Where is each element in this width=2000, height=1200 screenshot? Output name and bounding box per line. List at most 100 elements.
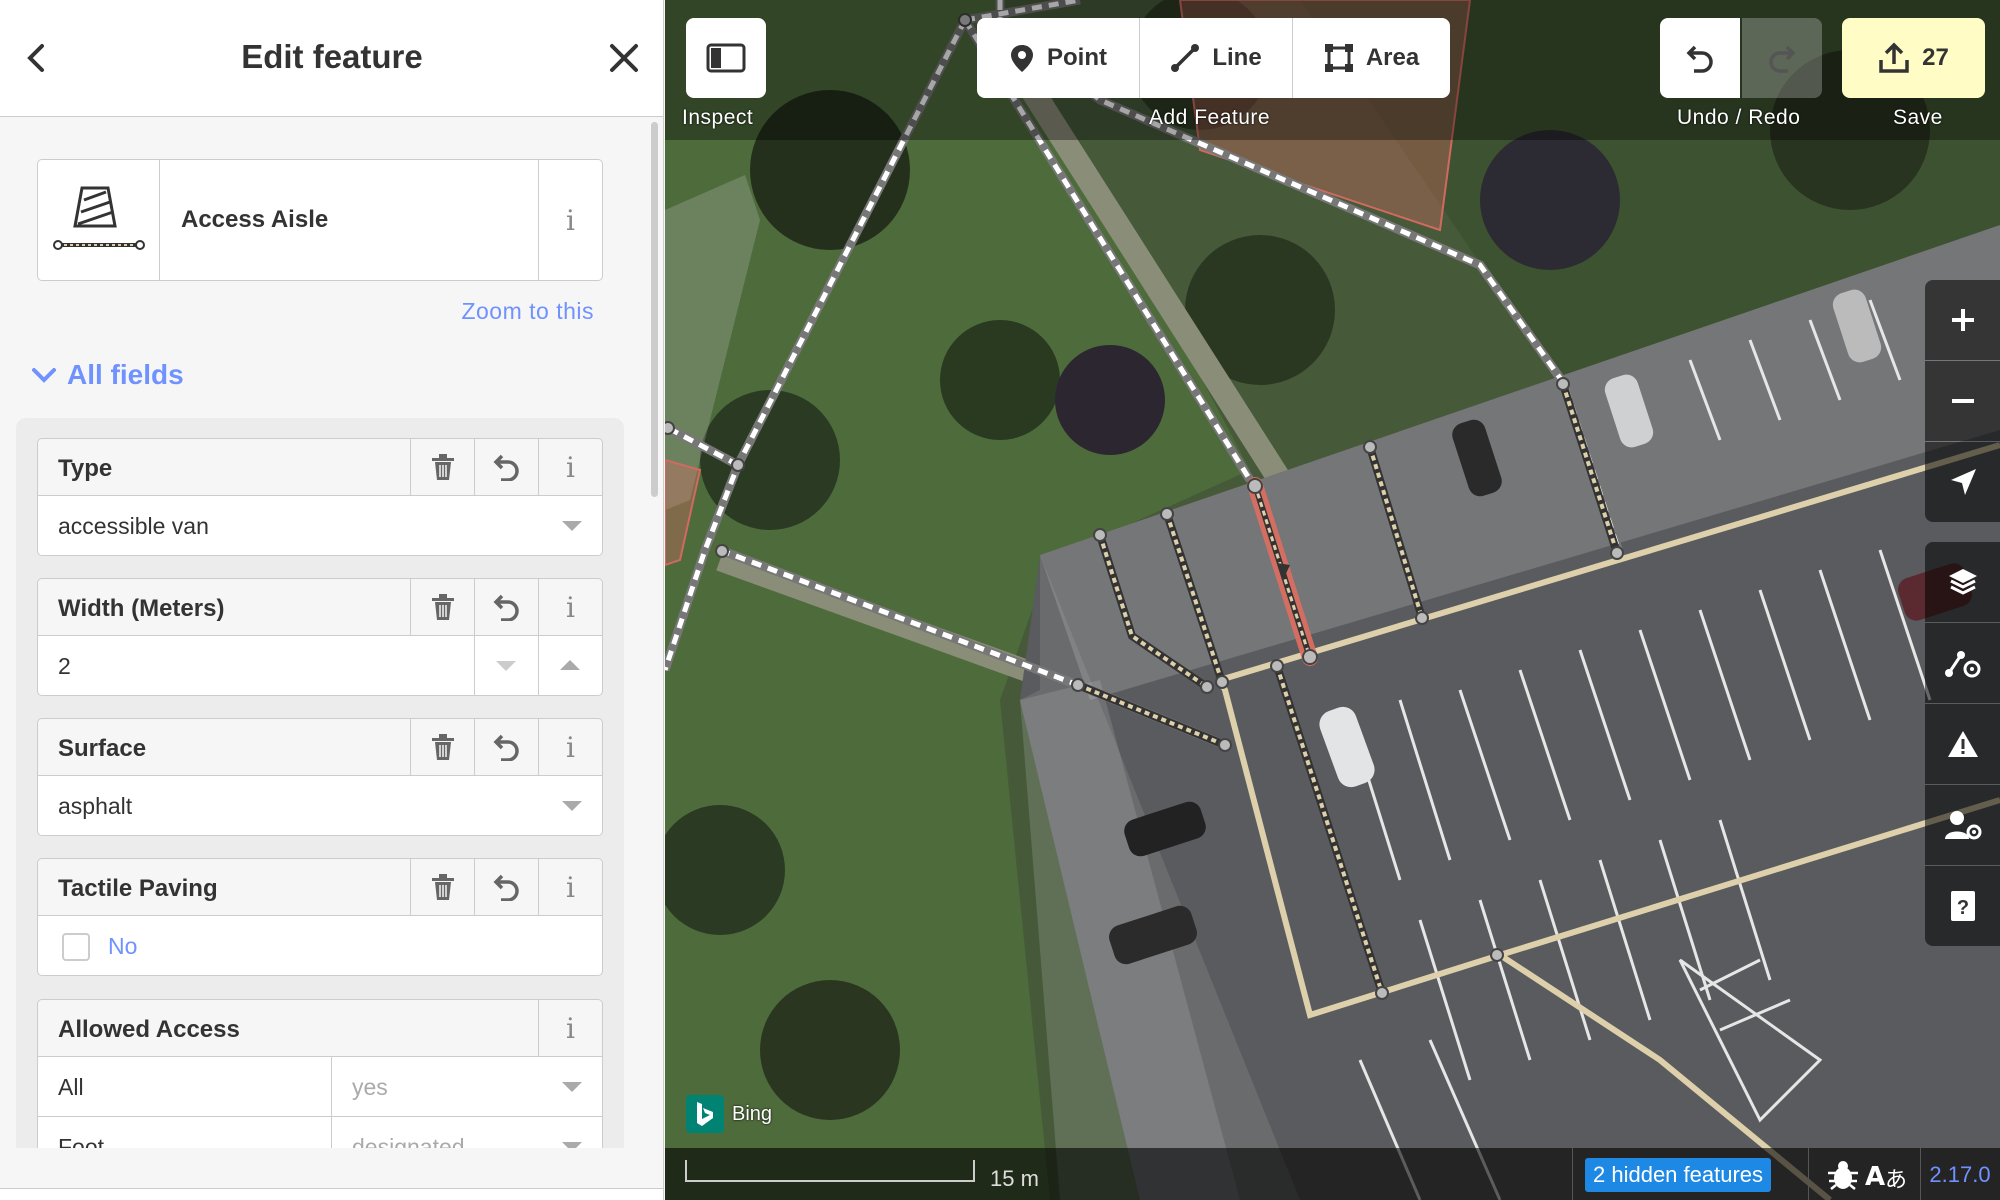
revert-button[interactable]: [474, 439, 538, 495]
field-tactile-paving: Tactile Paving i No: [37, 858, 603, 976]
add-area-button[interactable]: Area: [1293, 18, 1450, 98]
field-label: Surface i: [37, 718, 603, 776]
map-data-pane-button[interactable]: [1925, 623, 2000, 703]
access-foot-placeholder: designated: [352, 1134, 465, 1148]
caret-down-icon: [562, 1082, 582, 1092]
preset-info-button[interactable]: i: [538, 160, 602, 280]
warning-icon: [1947, 731, 1978, 757]
bing-logo-icon: [686, 1095, 724, 1133]
tactile-check-row[interactable]: No: [37, 916, 603, 976]
zoom-to-this-link[interactable]: Zoom to this: [461, 298, 594, 325]
tactile-checkbox[interactable]: [62, 933, 90, 961]
undo-redo-label: Undo / Redo: [1677, 106, 1801, 129]
plus-icon: [1951, 309, 1974, 331]
undo-icon: [493, 454, 519, 481]
hidden-features-badge[interactable]: 2 hidden features: [1585, 1158, 1772, 1192]
line-icon: [1171, 44, 1200, 72]
scale-text: 15 m: [990, 1166, 1039, 1191]
width-value: 2: [58, 653, 71, 679]
caret-up-icon: [560, 660, 580, 670]
attribution-text: Bing: [732, 1102, 773, 1125]
zoom-in-button[interactable]: [1925, 280, 2000, 360]
remove-button[interactable]: [410, 859, 474, 915]
location-arrow-icon: [1950, 469, 1976, 495]
sidebar-footer: [0, 1188, 663, 1200]
sidebar-toggle-icon: [706, 43, 746, 73]
field-info-button[interactable]: i: [538, 579, 602, 635]
geolocate-button[interactable]: [1925, 442, 2000, 522]
save-button[interactable]: 27: [1842, 18, 1985, 98]
issue-translation-tools[interactable]: Aあ: [1825, 1158, 1915, 1192]
sidebar-scroll-area[interactable]: Access Aisle i Zoom to this All fields T…: [0, 118, 645, 1148]
field-info-button[interactable]: i: [538, 859, 602, 915]
upload-icon: [1879, 42, 1909, 73]
zoom-out-button[interactable]: [1925, 361, 2000, 441]
redo-button[interactable]: [1742, 18, 1822, 98]
preset-list-item[interactable]: Access Aisle i: [37, 159, 603, 281]
info-icon: i: [566, 203, 575, 237]
map-footer: 15 m 2 hidden features Aあ 2.17.0: [665, 1148, 2000, 1200]
revert-button[interactable]: [474, 859, 538, 915]
svg-text:?: ?: [1956, 897, 1968, 919]
add-line-button[interactable]: Line: [1140, 18, 1293, 98]
inspect-label: Inspect: [682, 106, 754, 129]
surface-combo[interactable]: asphalt: [37, 776, 603, 836]
imagery-attribution[interactable]: Bing: [686, 1095, 772, 1133]
remove-button[interactable]: [410, 579, 474, 635]
access-aisle-icon: [38, 160, 160, 280]
field-info-button[interactable]: i: [538, 1000, 602, 1056]
undo-button[interactable]: [1660, 18, 1740, 98]
field-label: Width (Meters) i: [37, 578, 603, 636]
trash-icon: [431, 874, 454, 900]
point-icon: [1011, 45, 1033, 72]
caret-down-icon[interactable]: [562, 801, 582, 811]
field-label: Tactile Paving i: [37, 858, 603, 916]
field-surface-label: Surface: [58, 735, 147, 762]
user-settings-icon: [1944, 811, 1981, 840]
revert-button[interactable]: [474, 579, 538, 635]
issues-pane-button[interactable]: [1925, 704, 2000, 784]
svg-text:A: A: [1865, 1162, 1885, 1191]
tactile-value: No: [108, 933, 138, 959]
save-count: 27: [1922, 44, 1949, 71]
type-value: accessible van: [58, 513, 209, 539]
type-combo[interactable]: accessible van: [37, 496, 603, 556]
inspect-toggle-button[interactable]: [686, 18, 766, 98]
background-pane-button[interactable]: [1925, 542, 2000, 622]
access-row-all: All yes: [37, 1057, 603, 1117]
access-foot-combo[interactable]: designated: [331, 1117, 602, 1148]
svg-text:あ: あ: [1885, 1168, 1907, 1191]
increment-button[interactable]: [538, 636, 602, 695]
version-link[interactable]: 2.17.0: [1920, 1162, 2000, 1188]
help-pane-button[interactable]: ?: [1925, 866, 2000, 946]
field-info-button[interactable]: i: [538, 439, 602, 495]
revert-button[interactable]: [474, 719, 538, 775]
field-width-label: Width (Meters): [58, 595, 225, 622]
access-all-combo[interactable]: yes: [331, 1057, 602, 1116]
surface-value: asphalt: [58, 793, 133, 819]
all-fields-toggle[interactable]: All fields: [31, 359, 184, 391]
field-info-button[interactable]: i: [538, 719, 602, 775]
inspector-sidebar: Edit feature Access Aisle i Zoom to this: [0, 0, 664, 1200]
remove-button[interactable]: [410, 439, 474, 495]
close-icon: [610, 44, 638, 72]
remove-button[interactable]: [410, 719, 474, 775]
minus-icon: [1951, 399, 1974, 403]
width-input[interactable]: 2: [37, 636, 603, 696]
trash-icon: [431, 734, 454, 760]
sidebar-scrollbar[interactable]: [651, 122, 658, 497]
field-type-label: Type: [58, 455, 113, 482]
field-type: Type i accessible van: [37, 438, 603, 556]
add-point-button[interactable]: Point: [977, 18, 1140, 98]
undo-icon: [1686, 45, 1713, 73]
trash-icon: [431, 454, 454, 480]
area-icon: [1324, 44, 1353, 72]
caret-down-icon[interactable]: [562, 521, 582, 531]
preferences-pane-button[interactable]: [1925, 785, 2000, 865]
map-canvas[interactable]: Inspect Point Line Area Add Feature Undo…: [665, 0, 2000, 1200]
scale-bar[interactable]: [685, 1160, 975, 1182]
map-imagery: [665, 0, 2000, 1200]
close-button[interactable]: [602, 36, 646, 80]
decrement-button[interactable]: [474, 636, 538, 695]
chevron-down-icon: [32, 368, 56, 383]
